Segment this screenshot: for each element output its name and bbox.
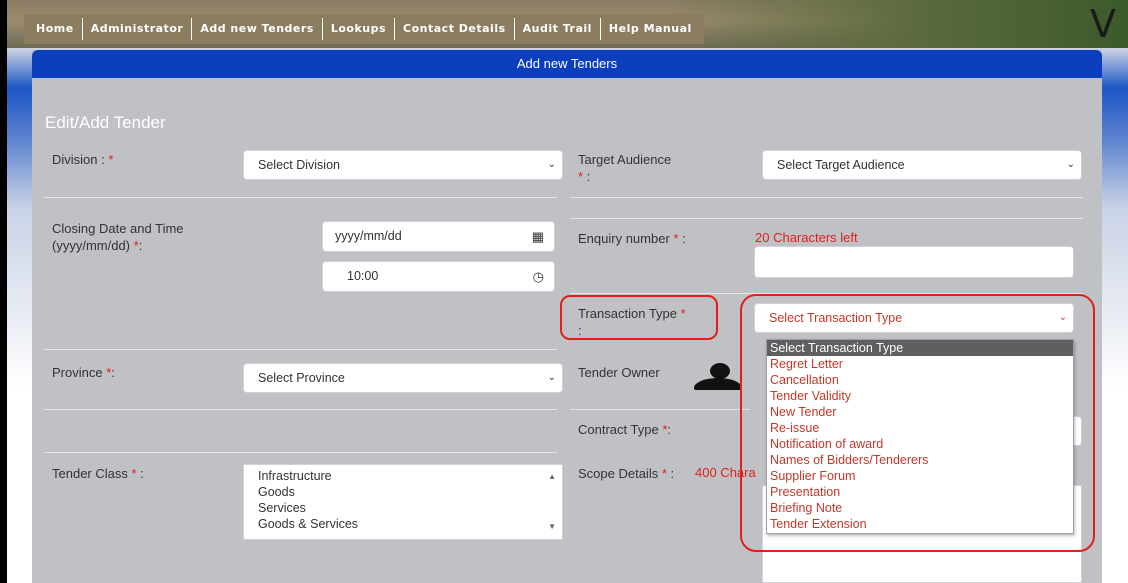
closing-date-input[interactable]: yyyy/mm/dd ▦ bbox=[322, 221, 555, 252]
form-title: Edit/Add Tender bbox=[45, 113, 166, 132]
chevron-down-icon: ⌄ bbox=[547, 372, 556, 383]
menu-item-help-manual[interactable]: Help Manual bbox=[601, 18, 700, 40]
province-label: Province *: bbox=[52, 365, 115, 380]
divider bbox=[44, 409, 557, 410]
main-menu: Home Administrator Add new Tenders Looku… bbox=[24, 14, 704, 44]
tender-owner-label: Tender Owner bbox=[578, 365, 660, 380]
window-left-border bbox=[0, 0, 7, 583]
clock-icon[interactable]: ◷ bbox=[533, 262, 544, 291]
list-item[interactable]: Services bbox=[258, 500, 548, 516]
divider bbox=[570, 197, 1083, 198]
closing-date-label: Closing Date and Time (yyyy/mm/dd) *: bbox=[52, 221, 184, 253]
scope-details-label: Scope Details * : bbox=[578, 466, 675, 481]
division-label: Division : * bbox=[52, 152, 114, 167]
divider bbox=[44, 197, 557, 198]
divider bbox=[570, 409, 750, 410]
division-select[interactable]: Select Division ⌄ bbox=[243, 150, 563, 180]
menu-item-contact-details[interactable]: Contact Details bbox=[395, 18, 515, 40]
divider bbox=[44, 349, 557, 350]
calendar-icon[interactable]: ▦ bbox=[532, 222, 544, 251]
target-audience-label: Target Audience * : bbox=[578, 152, 672, 184]
tender-class-label: Tender Class * : bbox=[52, 466, 144, 481]
menu-item-audit-trail[interactable]: Audit Trail bbox=[515, 18, 601, 40]
menu-item-add-new-tenders[interactable]: Add new Tenders bbox=[192, 18, 323, 40]
menu-item-administrator[interactable]: Administrator bbox=[83, 18, 193, 40]
target-audience-select[interactable]: Select Target Audience ⌄ bbox=[762, 150, 1082, 180]
divider bbox=[570, 218, 1083, 219]
list-item[interactable]: Goods & Services bbox=[258, 516, 548, 532]
tender-class-listbox[interactable]: Infrastructure Goods Services Goods & Se… bbox=[243, 464, 563, 540]
annotation-highlight-dropdown bbox=[740, 294, 1095, 552]
list-item[interactable]: Infrastructure bbox=[258, 468, 548, 484]
menu-item-lookups[interactable]: Lookups bbox=[323, 18, 396, 40]
panel-title: Add new Tenders bbox=[32, 50, 1102, 78]
banner-image bbox=[667, 0, 1128, 48]
enquiry-number-label: Enquiry number * : bbox=[578, 231, 686, 246]
closing-time-input[interactable]: 10:00 ◷ bbox=[322, 261, 555, 292]
enquiry-counter: 20 Characters left bbox=[755, 230, 858, 245]
contract-type-label: Contract Type *: bbox=[578, 422, 671, 437]
chevron-down-icon: ⌄ bbox=[1066, 159, 1075, 170]
site-logo: V bbox=[1090, 2, 1116, 46]
chevron-down-icon: ⌄ bbox=[547, 159, 556, 170]
divider bbox=[44, 452, 557, 453]
menu-item-home[interactable]: Home bbox=[28, 18, 83, 40]
annotation-highlight-label bbox=[560, 295, 718, 340]
list-item[interactable]: Goods bbox=[258, 484, 548, 500]
scroll-up-icon[interactable]: ▲ bbox=[548, 469, 556, 485]
enquiry-number-input[interactable] bbox=[754, 246, 1074, 278]
scroll-down-icon[interactable]: ▼ bbox=[548, 519, 556, 535]
province-select[interactable]: Select Province ⌄ bbox=[243, 363, 563, 393]
